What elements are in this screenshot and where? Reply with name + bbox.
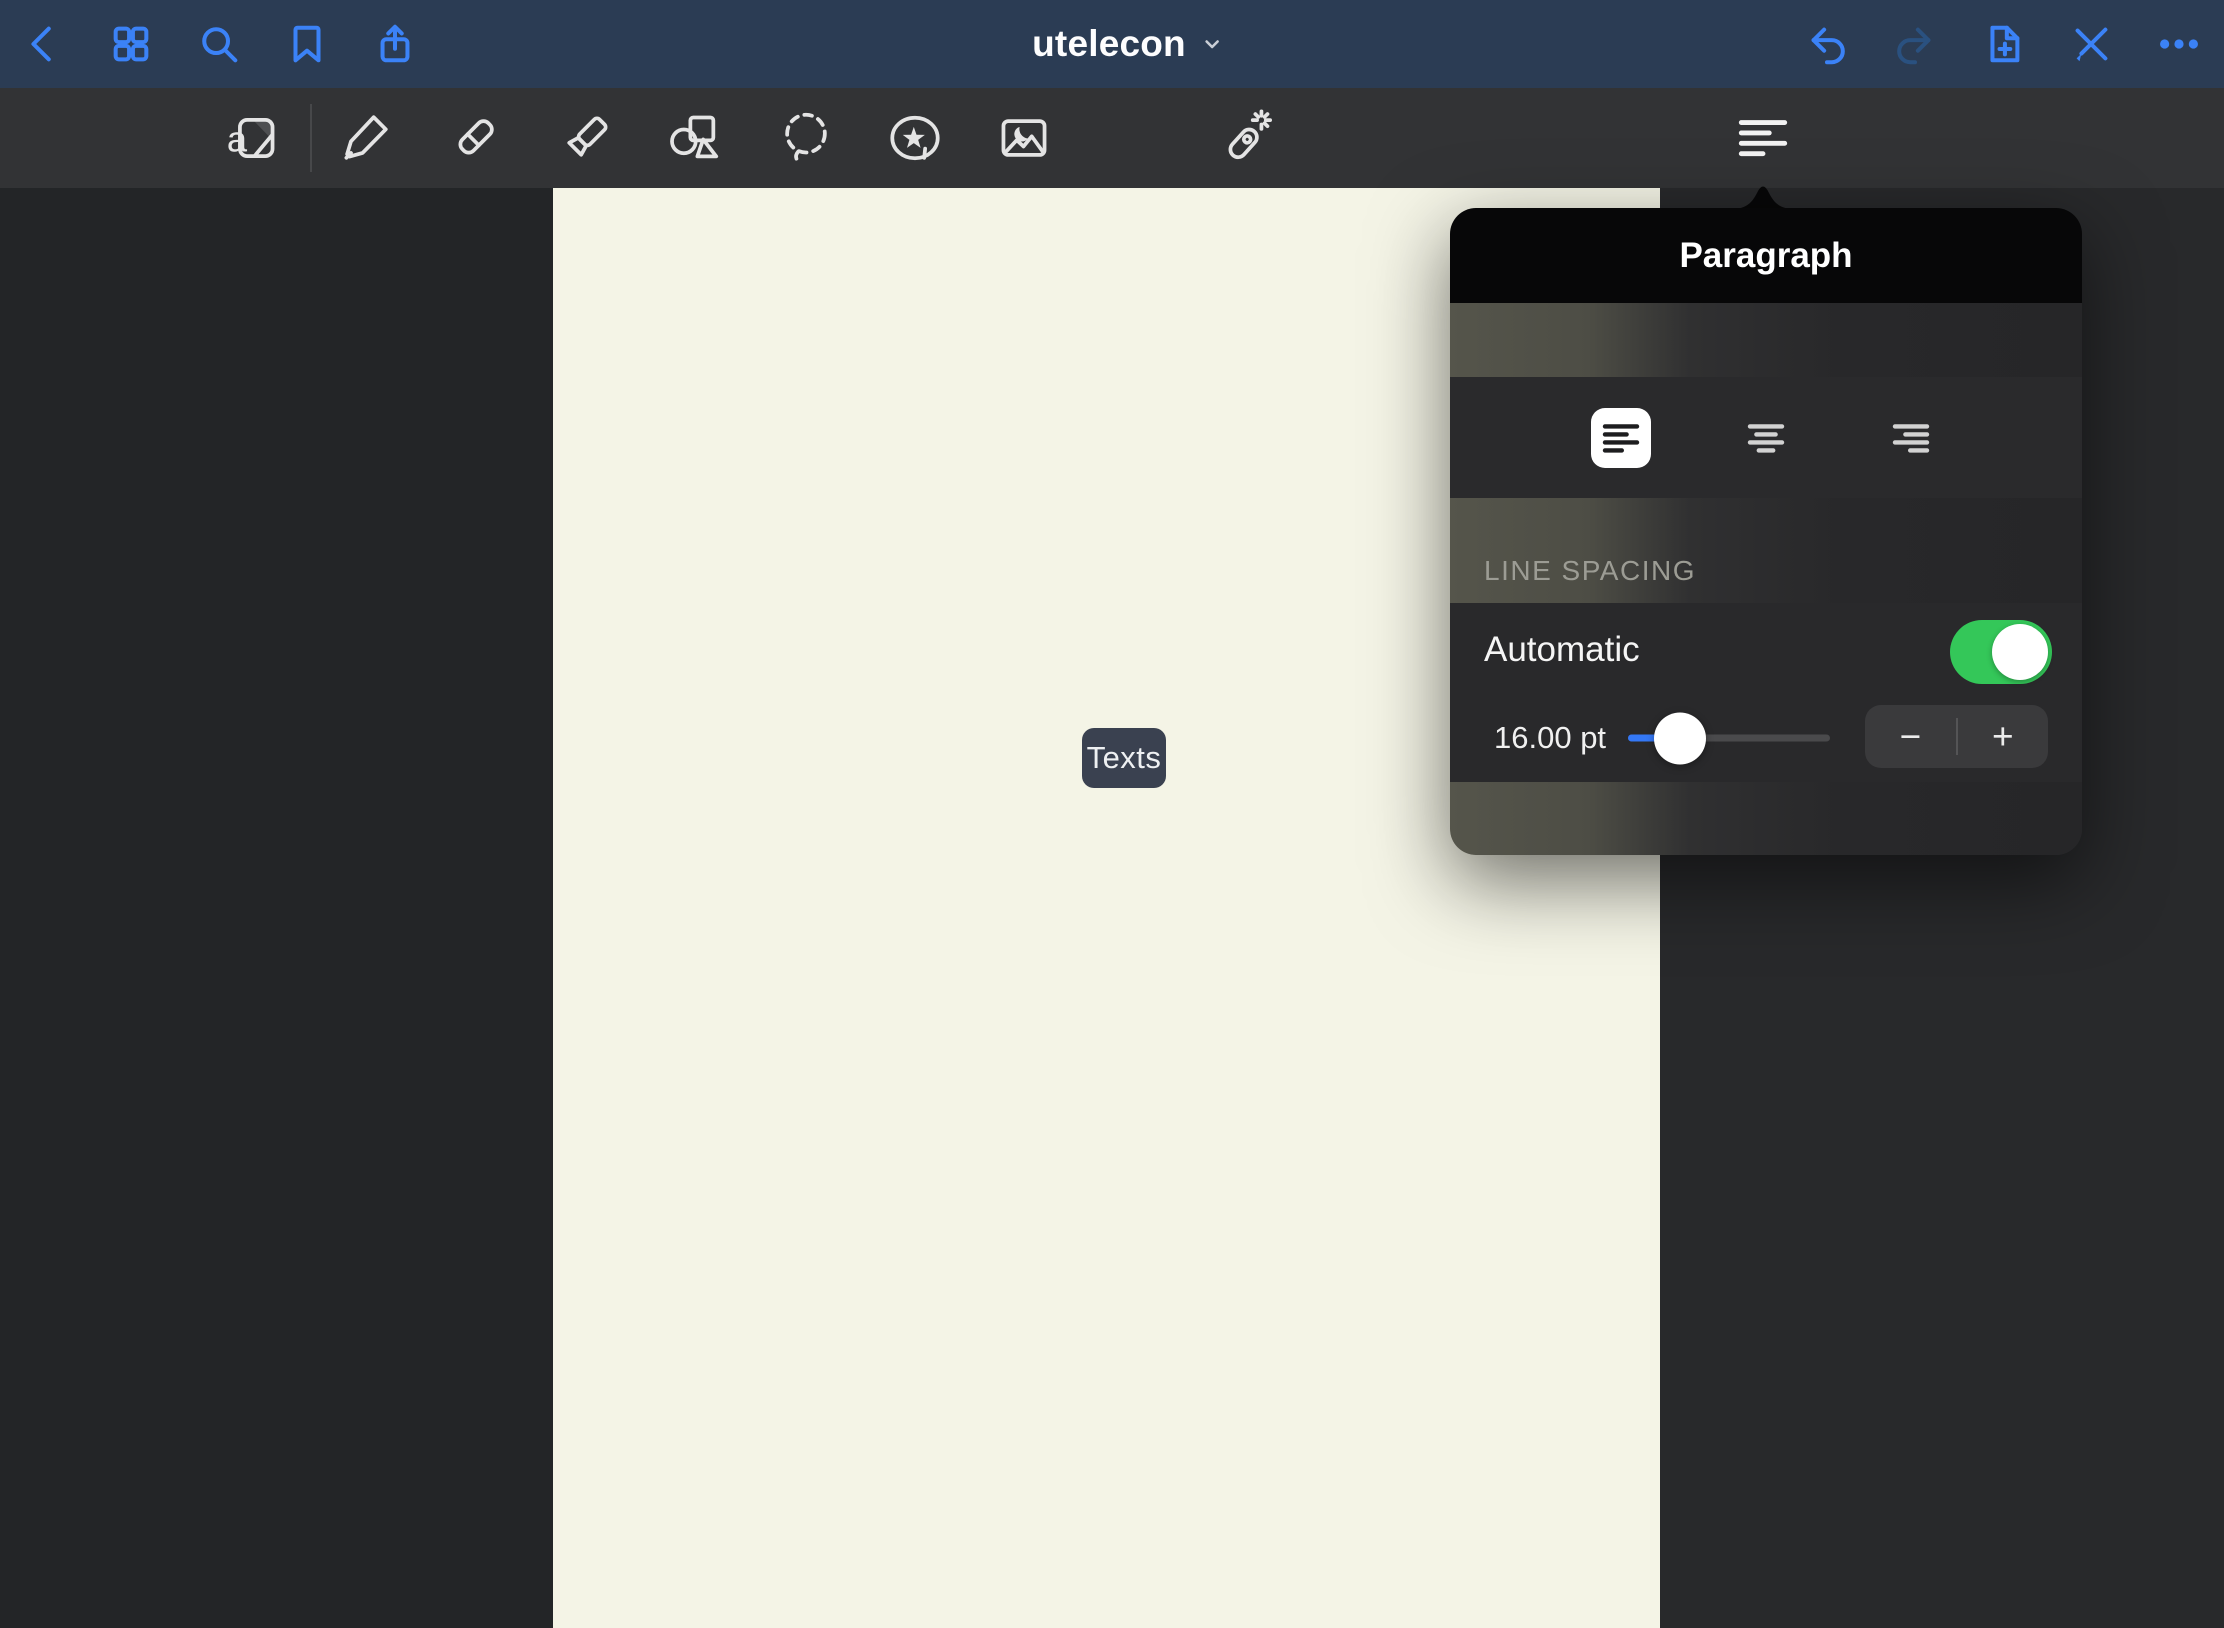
- undo-icon: [1804, 21, 1850, 67]
- paragraph-options-button[interactable]: [1730, 105, 1796, 171]
- nav-right-group: [1795, 0, 2211, 88]
- shapes-tool[interactable]: [661, 105, 727, 171]
- app-screen: utelecon: [0, 0, 2224, 1628]
- laser-pointer-tool[interactable]: [1212, 105, 1278, 171]
- popup-header: Paragraph: [1450, 208, 2082, 303]
- tools-toolbar: a: [0, 88, 2224, 188]
- align-center-button[interactable]: [1736, 408, 1796, 468]
- popup-title: Paragraph: [1679, 236, 1852, 276]
- spacing-value: 16.00 pt: [1494, 720, 1606, 756]
- pen-icon: [336, 109, 394, 167]
- pen-cross-icon: [2068, 21, 2114, 67]
- redo-button[interactable]: [1883, 12, 1947, 76]
- search-icon: [196, 21, 242, 67]
- laser-pointer-icon: [1216, 109, 1274, 167]
- bookmark-icon: [284, 21, 330, 67]
- undo-button[interactable]: [1795, 12, 1859, 76]
- add-page-icon: [1980, 21, 2026, 67]
- nav-left-group: [11, 0, 427, 88]
- canvas-background-left: [0, 188, 553, 1628]
- redo-icon: [1892, 21, 1938, 67]
- page-thumbnails-button[interactable]: [99, 12, 163, 76]
- automatic-label: Automatic: [1484, 630, 1640, 670]
- line-spacing-heading: LINE SPACING: [1484, 555, 1696, 587]
- highlighter-icon: [557, 109, 615, 167]
- slider-thumb[interactable]: [1654, 712, 1706, 764]
- spacing-stepper: − +: [1865, 705, 2048, 768]
- ellipsis-icon: [2156, 21, 2202, 67]
- document-title-button[interactable]: utelecon: [1032, 0, 1224, 88]
- alignment-button-row: [1450, 377, 2082, 498]
- thumbnails-grid-icon: [108, 21, 154, 67]
- image-icon: [995, 109, 1053, 167]
- align-right-button[interactable]: [1881, 408, 1941, 468]
- line-spacing-panel: Automatic 16.00 pt − +: [1450, 603, 2082, 782]
- text-align-icon: [1734, 109, 1792, 167]
- toolbar-divider: [310, 104, 312, 172]
- image-tool[interactable]: [991, 105, 1057, 171]
- bookmark-button[interactable]: [275, 12, 339, 76]
- more-options-button[interactable]: [2147, 12, 2211, 76]
- spacing-decrease-button[interactable]: −: [1865, 705, 1956, 768]
- popup-bottom-band: [1450, 782, 2082, 855]
- pen-tool[interactable]: [332, 105, 398, 171]
- highlighter-tool[interactable]: [553, 105, 619, 171]
- document-title: utelecon: [1032, 23, 1186, 65]
- pen-mode-toggle-button[interactable]: [2059, 12, 2123, 76]
- svg-text:a: a: [227, 119, 248, 160]
- spacing-slider[interactable]: [1628, 735, 1830, 742]
- handwriting-icon: a: [223, 109, 281, 167]
- chevron-down-icon: [1200, 32, 1224, 56]
- spacing-increase-button[interactable]: +: [1958, 705, 2049, 768]
- popup-arrow: [1731, 182, 1795, 209]
- automatic-toggle[interactable]: [1950, 620, 2052, 684]
- align-right-icon: [1887, 414, 1935, 462]
- add-page-button[interactable]: [1971, 12, 2035, 76]
- paragraph-popup: Paragraph: [1450, 208, 2082, 855]
- popup-spacer-band: [1450, 303, 2082, 377]
- canvas-text-label: Texts: [1087, 740, 1162, 776]
- align-left-icon: [1597, 414, 1645, 462]
- lasso-icon: [777, 109, 835, 167]
- canvas-text-object[interactable]: Texts: [1082, 728, 1166, 788]
- share-button[interactable]: [363, 12, 427, 76]
- sticker-tool[interactable]: [882, 105, 948, 171]
- navigation-bar: utelecon: [0, 0, 2224, 88]
- toggle-knob: [1992, 624, 2048, 680]
- share-icon: [372, 21, 418, 67]
- eraser-tool[interactable]: [442, 105, 508, 171]
- align-left-button[interactable]: [1591, 408, 1651, 468]
- shapes-icon: [665, 109, 723, 167]
- back-button[interactable]: [11, 12, 75, 76]
- search-button[interactable]: [187, 12, 251, 76]
- sticker-icon: [886, 109, 944, 167]
- lasso-tool[interactable]: [773, 105, 839, 171]
- eraser-icon: [446, 109, 504, 167]
- handwriting-tool[interactable]: a: [219, 105, 285, 171]
- line-spacing-section-header: LINE SPACING: [1450, 498, 2082, 603]
- align-center-icon: [1742, 414, 1790, 462]
